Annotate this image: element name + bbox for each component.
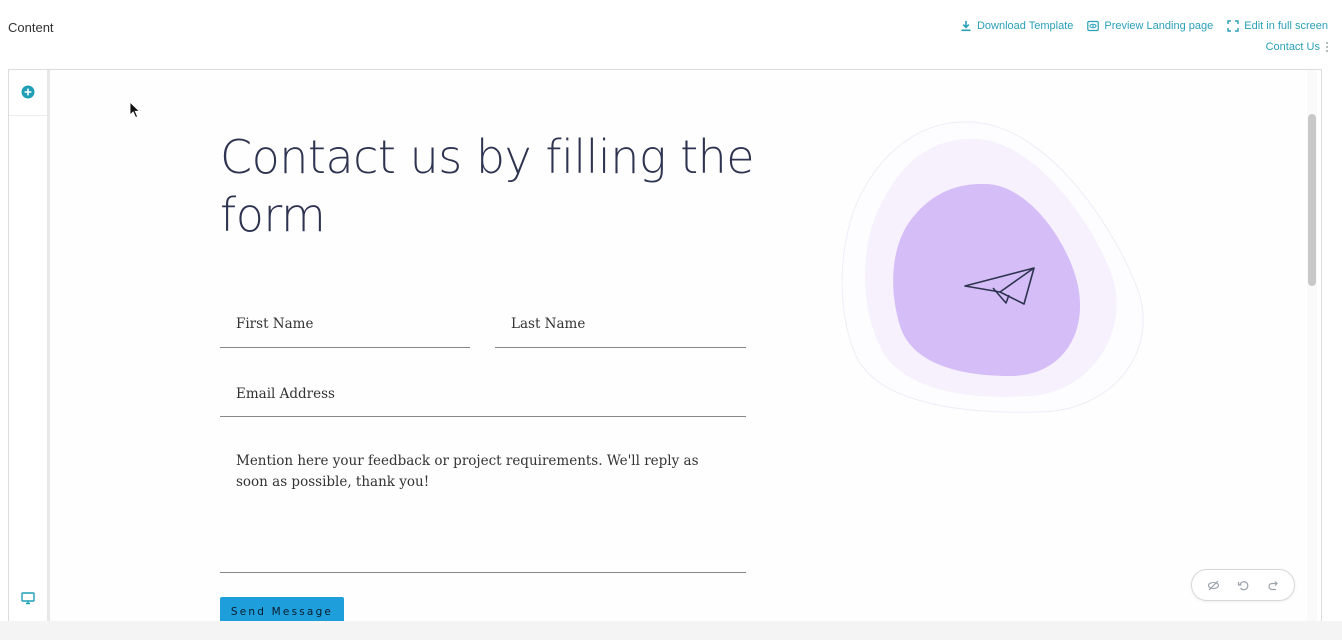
preview-landing-page-label: Preview Landing page [1104,20,1214,32]
bottom-edge [0,621,1342,640]
message-textarea[interactable]: Mention here your feedback or project re… [220,436,746,573]
top-bar: Content Download Template Preview Landin… [0,0,1342,68]
scrollbar-thumb[interactable] [1308,114,1316,286]
email-field[interactable]: Email Address [220,365,746,417]
email-placeholder: Email Address [236,386,335,402]
download-template-label: Download Template [976,20,1074,32]
rail-divider [9,115,47,116]
undo-icon[interactable] [1236,578,1250,592]
kebab-menu-icon[interactable] [1326,42,1328,52]
download-template-link[interactable]: Download Template [960,20,1073,32]
contact-illustration [841,121,1144,413]
edit-full-screen-label: Edit in full screen [1244,20,1328,32]
page-selector-label: Contact Us [1265,41,1320,53]
preview-landing-page-link[interactable]: Preview Landing page [1087,20,1213,32]
add-circle-icon[interactable] [21,85,35,99]
form-heading: Contact us by filling the form [220,130,755,242]
history-controls [1191,569,1295,601]
editor-canvas: Contact us by filling the form First Nam… [8,69,1322,622]
top-actions: Download Template Preview Landing page E… [960,20,1328,32]
redo-icon[interactable] [1266,578,1280,592]
first-name-field[interactable]: First Name [220,292,470,348]
fullscreen-icon [1227,20,1239,32]
message-placeholder: Mention here your feedback or project re… [236,453,699,490]
left-toolbar [9,70,50,622]
desktop-icon[interactable] [21,591,35,605]
send-message-button[interactable]: Send Message [220,597,344,622]
edit-full-screen-link[interactable]: Edit in full screen [1227,20,1328,32]
last-name-field[interactable]: Last Name [495,292,746,348]
page-selector[interactable]: Contact Us [1266,41,1328,53]
page-title: Content [8,20,54,35]
vertical-scrollbar[interactable] [1307,70,1317,622]
landing-page-preview: Contact us by filling the form First Nam… [50,70,1306,622]
first-name-placeholder: First Name [236,316,314,332]
last-name-placeholder: Last Name [511,316,586,332]
hide-icon[interactable] [1206,578,1220,592]
eye-icon [1087,20,1100,32]
mouse-pointer-icon [129,101,141,119]
download-icon [961,21,971,32]
